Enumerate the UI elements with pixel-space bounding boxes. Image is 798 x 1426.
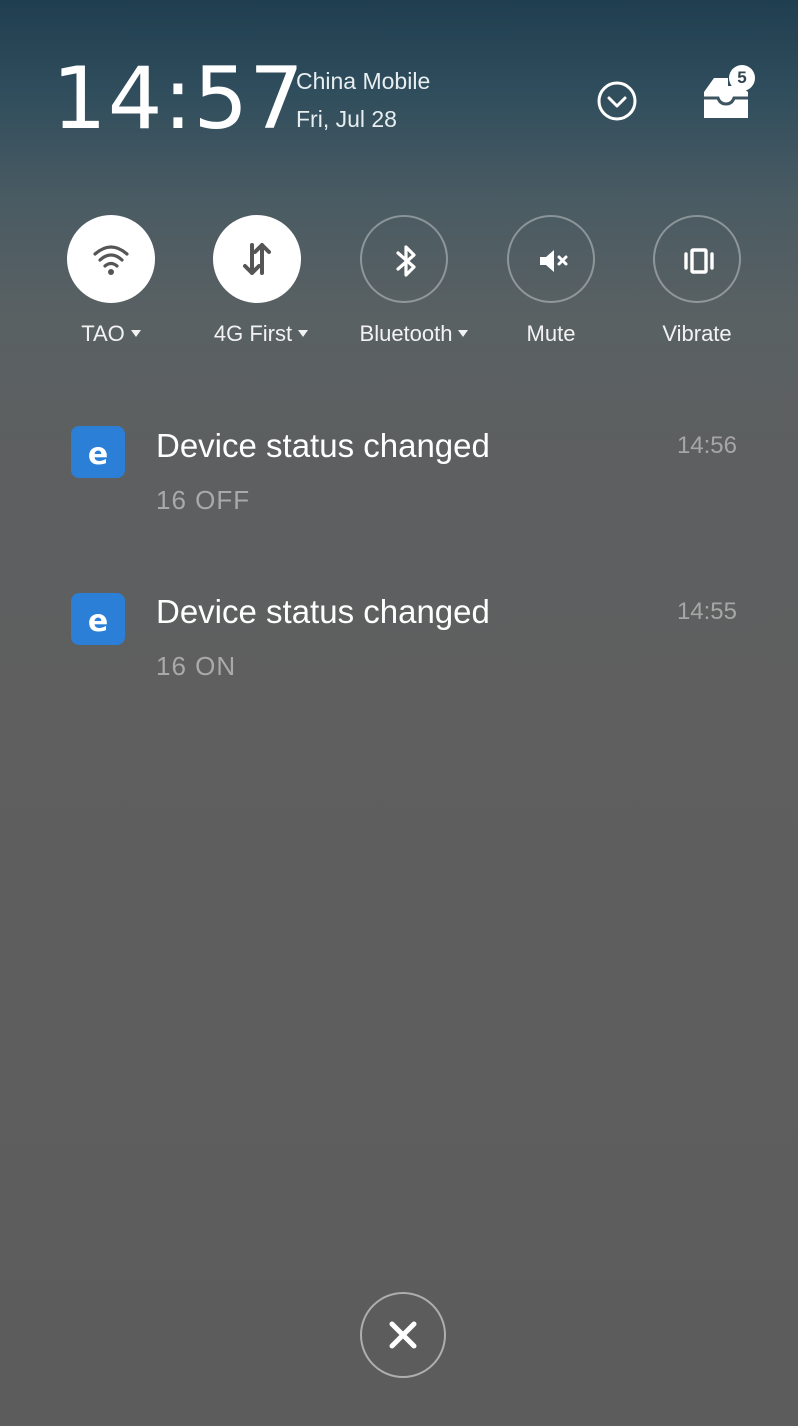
dropdown-caret-icon[interactable] xyxy=(458,330,469,337)
vibrate-toggle-label[interactable]: Vibrate xyxy=(642,320,752,348)
notification-body: 16 OFF xyxy=(156,485,251,515)
bluetooth-toggle[interactable] xyxy=(360,215,448,303)
notification-body: 16 ON xyxy=(156,651,237,681)
notification-time: 14:55 xyxy=(676,598,737,625)
date[interactable]: Fri, Jul 28 xyxy=(296,106,397,134)
notification-time: 14:56 xyxy=(676,432,737,459)
notification-title: Device status changed xyxy=(156,427,490,464)
dropdown-caret-icon[interactable] xyxy=(130,330,141,337)
mobile-data-toggle[interactable] xyxy=(213,215,301,303)
clear-all-button[interactable] xyxy=(360,1292,446,1378)
app-icon: e xyxy=(71,593,125,645)
bluetooth-toggle-label[interactable]: Bluetooth xyxy=(349,320,479,348)
notification-title: Device status changed xyxy=(156,593,490,630)
vibrate-toggle[interactable] xyxy=(653,215,741,303)
dropdown-caret-icon[interactable] xyxy=(298,330,309,337)
close-icon xyxy=(389,1321,417,1349)
wifi-toggle[interactable] xyxy=(67,215,155,303)
bluetooth-icon xyxy=(396,245,416,277)
mute-toggle-label[interactable]: Mute xyxy=(507,320,595,348)
carrier-name: China Mobile xyxy=(296,68,431,94)
vibrate-icon xyxy=(684,248,714,274)
mute-toggle[interactable] xyxy=(507,215,595,303)
wifi-icon xyxy=(93,245,129,275)
notification-item[interactable]: e Device status changed 16 OFF 14:56 xyxy=(0,420,798,530)
mobile-data-toggle-label[interactable]: 4G First xyxy=(205,320,317,348)
clock[interactable]: 14:57 xyxy=(52,56,305,142)
mute-icon xyxy=(540,250,568,272)
chevron-down-circle-icon[interactable] xyxy=(596,80,638,122)
notification-item[interactable]: e Device status changed 16 ON 14:55 xyxy=(0,586,798,696)
mobile-data-icon xyxy=(243,243,271,275)
wifi-toggle-label[interactable]: TAO xyxy=(67,320,155,348)
notification-shade: 14:57 China Mobile Fri, Jul 28 5 TAO 4G … xyxy=(0,0,798,1426)
app-icon: e xyxy=(71,426,125,478)
inbox-badge: 5 xyxy=(729,65,755,91)
